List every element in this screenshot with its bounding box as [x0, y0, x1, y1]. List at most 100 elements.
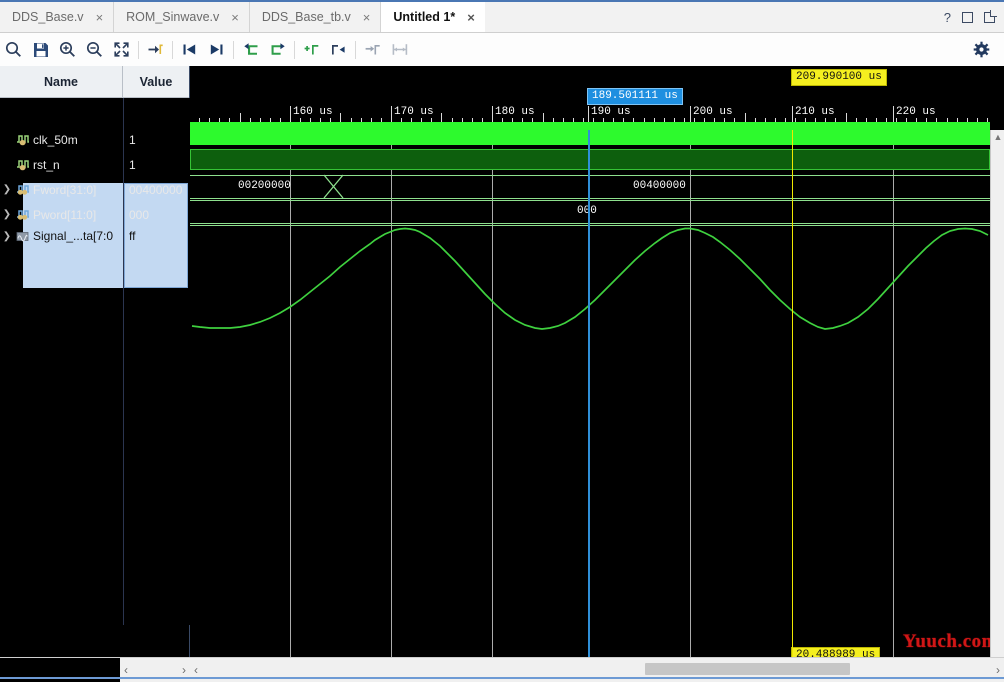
- signal-name-cell[interactable]: clk_50m: [0, 133, 123, 147]
- toolbar-separator: [138, 41, 139, 59]
- scroll-right-arrow[interactable]: ›: [182, 663, 186, 677]
- zoom-fit-icon[interactable]: [108, 36, 135, 63]
- waveform-horizontal-scrollbar[interactable]: ‹ ›: [190, 658, 1004, 682]
- toolbar-separator: [172, 41, 173, 59]
- signal-label: Fword[31:0]: [30, 183, 96, 197]
- close-icon[interactable]: ×: [231, 11, 239, 24]
- tab-rom-sinwave-v[interactable]: ROM_Sinwave.v ×: [114, 2, 250, 32]
- ruler-label: 210 us: [792, 106, 835, 118]
- signal-value-cell: 1: [123, 133, 189, 147]
- close-icon[interactable]: ×: [363, 11, 371, 24]
- close-icon[interactable]: ×: [96, 11, 104, 24]
- analog-sine-waveform[interactable]: [190, 218, 990, 333]
- float-window-icon[interactable]: [984, 12, 995, 23]
- ruler-label: 160 us: [290, 106, 333, 118]
- bus-signal-icon: [14, 183, 30, 196]
- bottom-scrollbar-area: ‹ › ‹ ›: [0, 657, 1004, 681]
- signal-value-cell: 000: [123, 208, 189, 222]
- bottom-marker-label[interactable]: 20.488989 us: [791, 647, 880, 657]
- restore-window-icon[interactable]: [962, 12, 973, 23]
- goto-cursor-icon[interactable]: [142, 36, 169, 63]
- signal-value-cell: 1: [123, 158, 189, 172]
- bus-edge-top: [190, 200, 990, 201]
- chevron-right-icon[interactable]: ❯: [0, 184, 14, 195]
- signal-value-cell: 00400000: [123, 183, 189, 197]
- measure-icon[interactable]: [386, 36, 413, 63]
- scrollbar-thumb[interactable]: [645, 663, 850, 675]
- table-row[interactable]: ❯ Pword[11:0] 000: [0, 202, 189, 227]
- grid-line: [690, 130, 691, 657]
- window-controls: ?: [944, 2, 1004, 32]
- signal-name-cell[interactable]: rst_n: [0, 158, 123, 172]
- chevron-right-icon[interactable]: ❯: [0, 231, 14, 242]
- save-icon[interactable]: [27, 36, 54, 63]
- table-row[interactable]: ❯ Signal_...ta[7:0 ff: [0, 226, 189, 246]
- grid-line: [893, 130, 894, 657]
- signal-label: clk_50m: [30, 133, 78, 147]
- grid-line: [492, 130, 493, 657]
- scroll-left-arrow[interactable]: ‹: [194, 663, 198, 677]
- tab-dds-base-v[interactable]: DDS_Base.v ×: [0, 2, 114, 32]
- ruler-label: 190 us: [588, 106, 631, 118]
- main-cursor-line[interactable]: [588, 130, 590, 657]
- signal-name-cell[interactable]: ❯ Pword[11:0]: [0, 208, 123, 222]
- signal-list-panel: Name Value clk_50m 1: [0, 66, 190, 657]
- goto-start-icon[interactable]: [176, 36, 203, 63]
- toolbar-separator: [355, 41, 356, 59]
- question-mark-icon[interactable]: ?: [944, 11, 951, 24]
- bus-edge-bottom: [190, 198, 990, 199]
- signal-label: rst_n: [30, 158, 60, 172]
- table-row[interactable]: rst_n 1: [0, 152, 189, 177]
- bus-edge-top: [190, 175, 990, 176]
- scrollbar-left-filler: [0, 658, 120, 682]
- goto-end-icon[interactable]: [203, 36, 230, 63]
- bus-value-label: 000: [577, 205, 597, 217]
- scroll-left-arrow[interactable]: ‹: [124, 663, 128, 677]
- signal-value-cell: ff: [123, 229, 189, 243]
- signal-name-cell[interactable]: ❯ Fword[31:0]: [0, 183, 123, 197]
- waveform-display-panel[interactable]: 160 us 170 us 180 us 190 us 200 us 210 u…: [190, 66, 1004, 657]
- waveform-row-clk-50m[interactable]: [190, 122, 990, 145]
- ruler-label: 200 us: [690, 106, 733, 118]
- waveform-row-rst-n[interactable]: [190, 149, 990, 170]
- marker-cursor-line[interactable]: [792, 130, 793, 657]
- signal-name-cell[interactable]: ❯ Signal_...ta[7:0: [0, 229, 123, 243]
- previous-marker-icon[interactable]: [325, 36, 352, 63]
- toolbar-separator: [294, 41, 295, 59]
- waveform-canvas: 160 us 170 us 180 us 190 us 200 us 210 u…: [190, 66, 990, 657]
- table-row[interactable]: clk_50m 1: [0, 127, 189, 152]
- next-marker-icon[interactable]: [359, 36, 386, 63]
- scroll-right-arrow[interactable]: ›: [996, 663, 1000, 677]
- signal-panel-horizontal-scrollbar[interactable]: ‹ ›: [120, 658, 190, 682]
- search-icon[interactable]: [0, 36, 27, 63]
- marker-cursor-label[interactable]: 209.990100 us: [791, 69, 887, 86]
- tab-label: ROM_Sinwave.v: [126, 10, 219, 24]
- previous-transition-icon[interactable]: [237, 36, 264, 63]
- editor-tab-bar: DDS_Base.v × ROM_Sinwave.v × DDS_Base_tb…: [0, 2, 1004, 33]
- chevron-right-icon[interactable]: ❯: [0, 209, 14, 220]
- bus-value-label: 00200000: [238, 180, 291, 192]
- clock-signal-icon: [14, 133, 30, 146]
- site-watermark: Yuuch.com: [903, 631, 998, 653]
- gear-icon[interactable]: [968, 36, 995, 63]
- zoom-out-icon[interactable]: [81, 36, 108, 63]
- close-icon[interactable]: ×: [467, 11, 475, 24]
- main-cursor-label[interactable]: 189.501111 us: [587, 88, 683, 105]
- tab-dds-base-tb-v[interactable]: DDS_Base_tb.v ×: [250, 2, 382, 32]
- signal-table-header: Name Value: [0, 66, 189, 98]
- tab-untitled-1[interactable]: Untitled 1* ×: [381, 2, 484, 32]
- grid-line: [391, 130, 392, 657]
- column-header-value[interactable]: Value: [123, 66, 189, 97]
- next-transition-icon[interactable]: [264, 36, 291, 63]
- table-row[interactable]: ❯ Fword[31:0] 00400000: [0, 177, 189, 202]
- toolbar-separator: [233, 41, 234, 59]
- bus-value-label: 00400000: [633, 180, 686, 192]
- zoom-in-icon[interactable]: [54, 36, 81, 63]
- clock-signal-icon: [14, 158, 30, 171]
- scroll-up-arrow[interactable]: ▲: [991, 130, 1004, 144]
- signal-label: Pword[11:0]: [30, 208, 96, 222]
- add-marker-icon[interactable]: [298, 36, 325, 63]
- column-header-name[interactable]: Name: [0, 66, 123, 97]
- waveform-vertical-scrollbar[interactable]: ▲ ▼: [990, 130, 1004, 657]
- tab-label: DDS_Base.v: [12, 10, 84, 24]
